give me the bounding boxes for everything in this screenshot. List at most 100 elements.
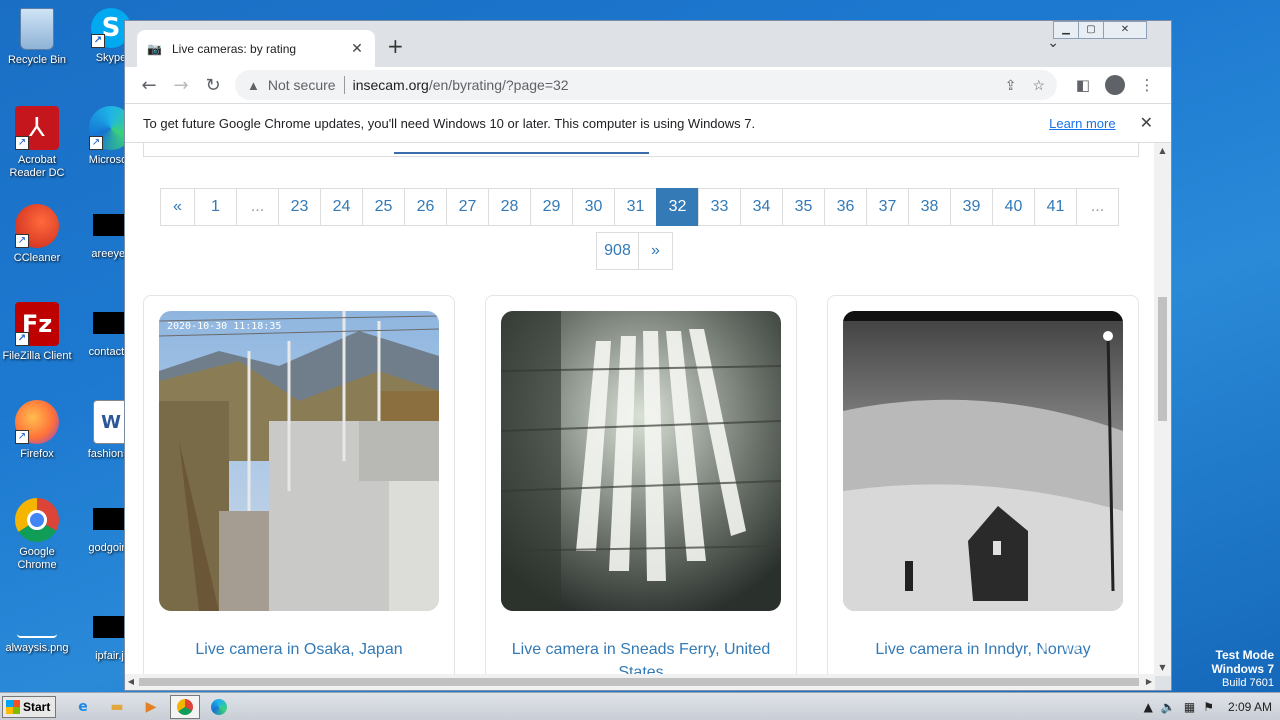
scroll-down-arrow-icon[interactable]: ▼ — [1154, 660, 1171, 676]
page-link[interactable]: 38 — [908, 188, 951, 226]
back-button[interactable]: ← — [133, 75, 165, 96]
warning-icon: ▲ — [247, 77, 260, 93]
horizontal-scroll-thumb[interactable] — [139, 678, 1139, 686]
scroll-thumb[interactable] — [1158, 297, 1167, 421]
page-link[interactable]: 23 — [278, 188, 321, 226]
address-bar[interactable]: ▲ Not secure insecam.org/en/byrating/?pa… — [235, 70, 1057, 100]
side-panel-icon[interactable]: ◧ — [1067, 76, 1099, 94]
desktop-icon-acrobat[interactable]: ⅄ ↗ Acrobat Reader DC — [0, 106, 74, 180]
start-button[interactable]: Start — [2, 695, 56, 718]
watermark-line3: Build 7601 — [1222, 677, 1274, 689]
page-link[interactable]: 24 — [320, 188, 363, 226]
new-tab-button[interactable]: + — [387, 34, 404, 58]
page-content: «1... 23 24 25 26 27 28 29 30 31 32 33 34 35 36 37 38 39 4… — [125, 143, 1155, 676]
desktop-icon-alwaysis[interactable]: alwaysis.png — [0, 608, 74, 655]
security-status[interactable]: Not secure — [268, 77, 336, 93]
share-icon[interactable]: ⇪ — [1005, 77, 1017, 94]
close-tab-icon[interactable]: ✕ — [349, 41, 365, 57]
clock[interactable]: 2:09 AM — [1228, 700, 1272, 714]
scroll-right-arrow-icon[interactable]: ▶ — [1143, 674, 1155, 690]
camera-thumbnail[interactable]: 2020-10-30 11:18:35 — [159, 311, 439, 611]
camera-thumbnail[interactable] — [501, 311, 781, 611]
page-link[interactable]: 33 — [698, 188, 741, 226]
infobar-message: To get future Google Chrome updates, you… — [143, 115, 756, 131]
profile-avatar[interactable] — [1105, 75, 1125, 95]
taskbar-edge[interactable] — [204, 695, 234, 719]
camera-timestamp: 2020-10-30 11:18:35 — [167, 321, 281, 332]
desktop-icon-firefox[interactable]: ↗ Firefox — [0, 400, 74, 461]
tab-strip: 📷 Live cameras: by rating ✕ + ⌄ ▁ ▢ ✕ — [125, 21, 1171, 67]
page-link[interactable]: 30 — [572, 188, 615, 226]
browser-window: 📷 Live cameras: by rating ✕ + ⌄ ▁ ▢ ✕ ← … — [124, 20, 1172, 691]
pagination-row-2: 908» — [596, 232, 673, 270]
desktop-icon-ccleaner[interactable]: ↗ CCleaner — [0, 204, 74, 265]
url-text[interactable]: insecam.org/en/byrating/?page=32 — [353, 77, 989, 93]
taskbar: Start e ▬ ▶ ▲ 🔈 ▦ ⚑ 2:09 AM — [0, 692, 1280, 720]
page-ellipsis: ... — [236, 188, 279, 226]
page-link[interactable]: 27 — [446, 188, 489, 226]
learn-more-link[interactable]: Learn more — [1049, 116, 1115, 131]
horizontal-scrollbar[interactable]: ◀ ▶ — [125, 674, 1155, 690]
page-link[interactable]: 26 — [404, 188, 447, 226]
page-link[interactable]: 29 — [530, 188, 573, 226]
desktop-icon-recycle-bin[interactable]: Recycle Bin — [0, 8, 74, 67]
image-icon — [17, 608, 57, 638]
chrome-icon — [15, 498, 59, 542]
page-link[interactable]: 28 — [488, 188, 531, 226]
action-center-flag-icon[interactable]: ⚑ — [1203, 700, 1214, 714]
maximize-button[interactable]: ▢ — [1078, 21, 1104, 39]
taskbar-ie[interactable]: e — [68, 695, 98, 719]
page-link[interactable]: 39 — [950, 188, 993, 226]
page-link[interactable]: 31 — [614, 188, 657, 226]
taskbar-explorer[interactable]: ▬ — [102, 695, 132, 719]
tab-title: Live cameras: by rating — [172, 41, 297, 56]
camera-card[interactable]: 2020-10-30 11:18:35 Live camera in Osaka… — [143, 295, 455, 676]
watermark-line1: Test Mode — [1215, 648, 1274, 662]
chrome-icon — [177, 698, 193, 715]
show-hidden-icons-icon[interactable]: ▲ — [1144, 700, 1153, 714]
page-link[interactable]: 908 — [596, 232, 639, 270]
acrobat-icon: ⅄ ↗ — [15, 106, 59, 150]
camera-icon: 📷 — [147, 41, 162, 56]
close-infobar-icon[interactable]: ✕ — [1140, 113, 1153, 133]
page-next-link[interactable]: » — [638, 232, 673, 270]
ccleaner-icon: ↗ — [15, 204, 59, 248]
network-icon[interactable]: ▦ — [1184, 700, 1195, 714]
page-link[interactable]: 37 — [866, 188, 909, 226]
close-window-button[interactable]: ✕ — [1103, 21, 1147, 39]
test-mode-watermark: Test Mode Windows 7 Build 7601 — [1211, 649, 1274, 690]
menu-kebab-icon[interactable]: ⋮ — [1131, 76, 1163, 94]
volume-icon[interactable]: 🔈 — [1161, 700, 1176, 714]
inndyr-ski-slope-image — [843, 311, 1123, 611]
camera-caption-link[interactable]: Live camera in Osaka, Japan — [154, 638, 444, 661]
page-link[interactable]: 34 — [740, 188, 783, 226]
recycle-bin-icon — [20, 8, 54, 50]
camera-caption-link[interactable]: Live camera in Sneads Ferry, United Stat… — [496, 638, 786, 676]
vertical-scrollbar[interactable]: ▲ ▼ — [1154, 143, 1171, 676]
reload-button[interactable]: ↻ — [197, 75, 229, 96]
pagination-row-1: «1... 23 24 25 26 27 28 29 30 31 32 33 34 35 36 37 38 39 4… — [160, 188, 1119, 226]
filezilla-icon: Fz ↗ — [15, 302, 59, 346]
camera-thumbnail[interactable] — [843, 311, 1123, 611]
scroll-up-arrow-icon[interactable]: ▲ — [1154, 143, 1171, 159]
taskbar-chrome[interactable] — [170, 694, 200, 719]
page-link[interactable]: 32 — [656, 188, 699, 226]
desktop-icon-filezilla[interactable]: Fz ↗ FileZilla Client — [0, 302, 74, 363]
page-link[interactable]: 36 — [824, 188, 867, 226]
page-link[interactable]: 41 — [1034, 188, 1077, 226]
tab-live-cameras[interactable]: 📷 Live cameras: by rating ✕ — [137, 30, 375, 67]
desktop-icon-chrome[interactable]: Google Chrome — [0, 498, 74, 572]
camera-card[interactable]: Live camera in Sneads Ferry, United Stat… — [485, 295, 797, 676]
minimize-button[interactable]: ▁ — [1053, 21, 1079, 39]
page-link[interactable]: 25 — [362, 188, 405, 226]
internet-explorer-icon: e — [78, 698, 88, 715]
forward-button[interactable]: → — [165, 75, 197, 96]
page-link[interactable]: 40 — [992, 188, 1035, 226]
anyrun-watermark: ANY RUN — [1041, 613, 1138, 676]
page-prev-link[interactable]: « — [160, 188, 195, 226]
bookmark-star-icon[interactable]: ☆ — [1032, 77, 1045, 94]
taskbar-media-player[interactable]: ▶ — [136, 695, 166, 719]
page-link[interactable]: 1 — [194, 188, 237, 226]
page-link[interactable]: 35 — [782, 188, 825, 226]
scroll-left-arrow-icon[interactable]: ◀ — [125, 674, 137, 690]
